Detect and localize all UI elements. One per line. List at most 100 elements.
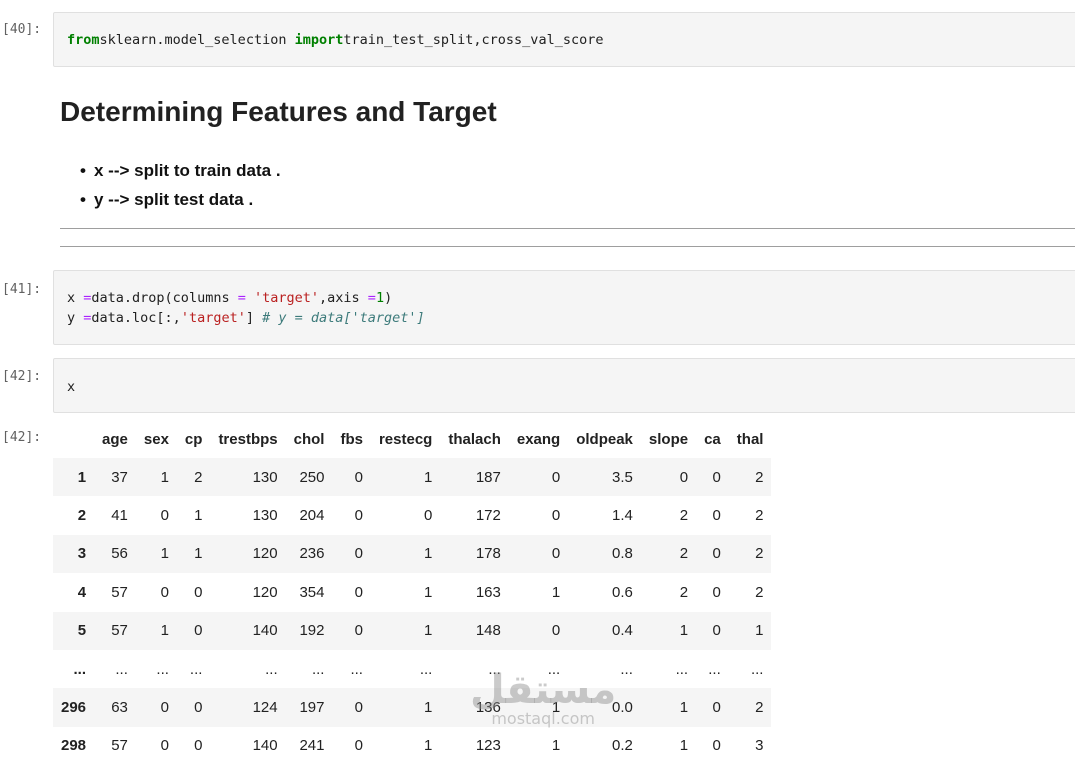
horizontal-rule xyxy=(60,246,1075,247)
table-cell: ... xyxy=(311,660,325,678)
table-cell: 124 xyxy=(252,699,278,717)
code-token: ,axis xyxy=(319,290,368,306)
code-token: ) xyxy=(384,290,393,306)
code-cell-40[interactable]: fromsklearn.model_selection importtrain_… xyxy=(53,12,1075,67)
row-index: 3 xyxy=(77,545,87,563)
table-cell: 2 xyxy=(755,545,764,563)
table-cell: 187 xyxy=(475,468,501,486)
code-token: data.drop(columns xyxy=(91,290,238,306)
cell-prompt-42: [42]: xyxy=(2,369,42,384)
table-cell: 0 xyxy=(712,737,721,755)
table-cell: 236 xyxy=(299,545,325,563)
code-token: 'target' xyxy=(180,310,246,326)
column-header: sex xyxy=(143,430,169,448)
table-cell: ... xyxy=(419,660,433,678)
table-cell: 250 xyxy=(299,468,325,486)
table-cell: 1 xyxy=(679,699,689,717)
column-header: chol xyxy=(293,430,325,448)
table-cell: 0.6 xyxy=(612,583,633,601)
table-cell: 0 xyxy=(194,622,203,640)
table-cell: 1 xyxy=(160,468,169,486)
table-cell: 163 xyxy=(475,583,501,601)
table-row: 1 37 1 2 130 250 0 1 187 0 3.5 0 0 2 xyxy=(53,458,772,497)
table-cell: 37 xyxy=(111,468,128,486)
table-cell: 0 xyxy=(712,583,721,601)
column-header: restecg xyxy=(378,430,433,448)
table-cell: 3.5 xyxy=(612,468,633,486)
column-header: cp xyxy=(184,430,203,448)
code-token: y xyxy=(67,310,84,326)
table-cell: ... xyxy=(265,660,278,678)
code-token: train_test_split,cross_val_score xyxy=(343,32,604,48)
table-cell: 0.4 xyxy=(612,622,633,640)
table-cell: 1 xyxy=(424,545,433,563)
table-cell: ... xyxy=(675,660,689,678)
code-cell-41[interactable]: x =data.drop(columns = 'target',axis =1)… xyxy=(53,270,1075,345)
column-header: oldpeak xyxy=(576,430,633,448)
table-row: 4 57 0 0 120 354 0 1 163 1 0.6 2 0 2 xyxy=(53,573,771,611)
row-index: 2 xyxy=(77,507,87,525)
table-cell: 0 xyxy=(194,699,203,717)
table-row: 3 56 1 1 120 236 0 1 178 0 0.8 2 0 2 xyxy=(53,534,772,574)
column-header: thalach xyxy=(448,430,501,448)
table-cell: 140 xyxy=(252,622,278,640)
table-header-row: age sex cp trestbps chol fbs restecg thalach exa… xyxy=(53,420,771,458)
table-cell: 1 xyxy=(424,583,433,601)
table-cell: 1 xyxy=(551,583,561,601)
row-index: ... xyxy=(73,660,87,678)
table-cell: 0 xyxy=(354,737,363,755)
code-editor-41[interactable]: x =data.drop(columns = 'target',axis =1)… xyxy=(67,288,1075,328)
table-cell: 63 xyxy=(111,699,128,717)
markdown-bullet-list: • x --> split to train data . • y --> spli… xyxy=(80,156,281,214)
table-cell: 1 xyxy=(551,699,561,717)
bullet-text: y --> split test data . xyxy=(94,190,254,209)
table-cell: 2 xyxy=(679,507,689,525)
code-token: data.loc[:, xyxy=(91,310,181,326)
table-cell: 1 xyxy=(160,622,169,640)
table-cell: 1 xyxy=(194,545,203,563)
table-cell: 1 xyxy=(551,737,561,755)
code-token: sklearn.model_selection xyxy=(99,32,295,48)
table-body: 1 37 1 2 130 250 0 1 187 0 3.5 0 0 2 2 41 0 1 130 204 0 0 172 0… xyxy=(53,458,772,765)
table-cell: ... xyxy=(488,660,501,678)
table-cell: 0 xyxy=(354,507,363,525)
table-cell: 2 xyxy=(755,507,764,525)
column-header: trestbps xyxy=(218,430,278,448)
code-editor-40[interactable]: fromsklearn.model_selection importtrain_… xyxy=(67,30,1075,50)
code-editor-42[interactable]: x xyxy=(67,377,1075,397)
table-cell: 2 xyxy=(755,468,764,486)
table-row: 296 63 0 0 124 197 0 1 136 1 0.0 1 0 2 xyxy=(53,688,772,727)
column-header xyxy=(53,420,94,458)
table-cell: 56 xyxy=(111,545,128,563)
code-line: x =data.drop(columns = 'target',axis =1) xyxy=(67,288,1075,308)
table-cell: 148 xyxy=(475,622,501,640)
table-cell: 1 xyxy=(160,545,169,563)
table-cell: 1 xyxy=(424,737,433,755)
table-cell: 197 xyxy=(299,699,325,717)
table-cell: 2 xyxy=(679,545,689,563)
table-cell: 1 xyxy=(424,468,433,486)
row-index: 296 xyxy=(61,699,87,717)
table-cell: 0 xyxy=(194,583,203,601)
table-cell: ... xyxy=(750,660,764,678)
table-cell: 120 xyxy=(252,545,278,563)
row-index: 298 xyxy=(61,737,87,755)
code-token: ] xyxy=(245,310,263,326)
table-cell: 2 xyxy=(194,468,203,486)
output-prompt-42: [42]: xyxy=(2,430,42,445)
code-token: 'target' xyxy=(245,290,320,306)
table-cell: 0 xyxy=(679,468,689,486)
table-cell: 178 xyxy=(475,545,501,563)
code-token: x xyxy=(67,290,84,306)
code-cell-42[interactable]: x xyxy=(53,358,1075,413)
table-cell: 0 xyxy=(712,545,721,563)
table-cell: 57 xyxy=(111,737,128,755)
table-cell: 140 xyxy=(252,737,278,755)
column-header: fbs xyxy=(340,430,363,448)
column-header: exang xyxy=(516,430,561,448)
table-cell: ... xyxy=(115,660,128,678)
table-cell: 0 xyxy=(354,699,363,717)
table-cell: 130 xyxy=(252,507,278,525)
table-cell: 0 xyxy=(712,622,721,640)
table-row: 5 57 1 0 140 192 0 1 148 0 0.4 1 0 1 xyxy=(53,611,772,650)
